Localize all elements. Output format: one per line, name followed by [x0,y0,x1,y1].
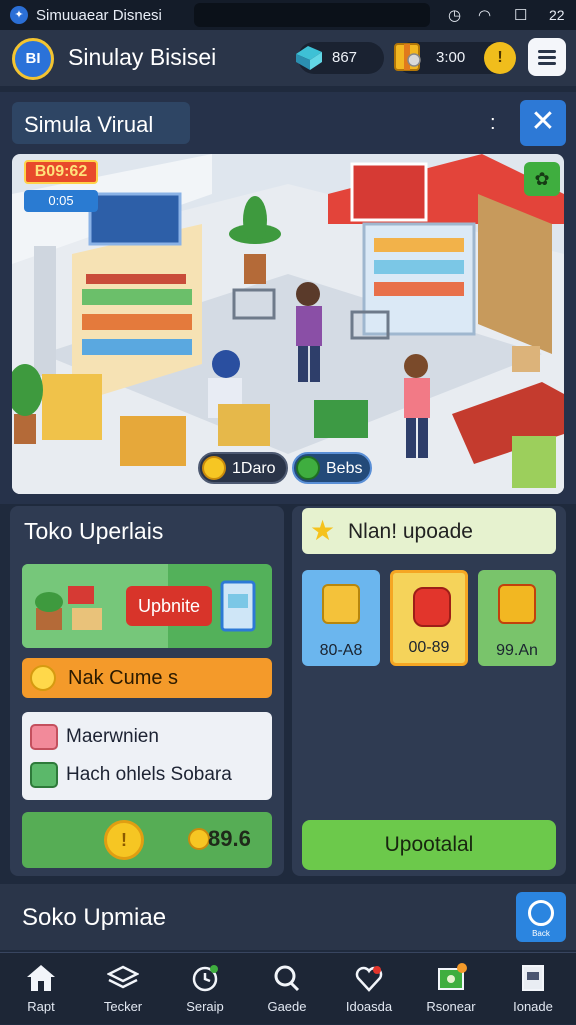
clock-icon [192,965,218,992]
green-gem-icon [296,456,320,480]
star-icon: ★ [310,515,336,546]
item-list: Maerwnien Hach ohlels Sobara [22,712,272,800]
upgrade-header: ★ Nlan! upoade [302,508,556,554]
heart-icon [355,966,383,992]
gem-stat-value: Bebs [326,460,363,477]
square-icon: ☐ [514,7,528,24]
hamburger-menu-button[interactable] [528,38,566,76]
nav-label: Tecker [103,999,143,1014]
balance-bar[interactable]: ! 89.6 [22,812,272,868]
gem-stack-icon [296,46,322,70]
add-coins-button[interactable]: ! [484,42,516,74]
potted-plant-icon [35,586,102,630]
app-icon: ✦ [10,6,28,24]
coin-icon [202,456,226,480]
mystery-box-icon [394,43,421,71]
coin-button[interactable]: ! [104,820,144,860]
next-upgrade-card: ★ Nlan! upoade 80-A8 00-89 99.An Upootal… [292,506,566,876]
balance-value: 89.6 [208,826,251,851]
shelf-box-icon [322,584,360,624]
app-logo[interactable]: BI [12,38,54,80]
list-item-label: Hach ohlels Sobara [66,764,232,785]
refresh-icon [528,900,554,926]
nav-item-tecker[interactable]: Tecker [82,953,164,1025]
coin-stat-value: 1Daro [232,460,276,477]
nav-label: Ionade [513,999,553,1014]
shopping-bag-icon [30,762,58,788]
store-upgrades-card: Toko Uperlais Upbnite Nak Cume s Maerwni… [10,506,284,876]
upgrade-tile-label: 99.An [496,642,538,659]
menu-line [538,50,556,53]
upgrade-tile-label: 80-A8 [319,642,363,659]
product-box-icon [220,580,256,632]
storage-bin-icon [498,584,536,624]
cash-icon [438,963,467,990]
pet-button[interactable]: ✿ [524,162,560,196]
gem-count: 867 [332,49,358,66]
upgrade-tile[interactable]: 80-A8 [302,570,380,666]
upgrade-header-title: Nlan! upoade [348,520,473,543]
upgrade-tile-label: 00-89 [408,639,450,656]
app-title: Sinulay Bisisei [68,44,217,70]
nav-item-gaede[interactable]: Gaede [246,953,328,1025]
simulation-title-box: Simula Virual [12,102,190,144]
promo-bar[interactable]: Nak Cume s [22,658,272,698]
camera-notch [194,3,430,27]
document-icon [522,965,544,991]
timer-counter[interactable]: 3:00 ! [394,42,516,74]
nav-item-home[interactable]: Rapt [0,953,82,1025]
section-footer: Soko Upmiae Back [0,884,576,950]
nav-label: Idoasda [345,999,393,1014]
alarm-icon: ◷ [448,7,462,24]
list-item-label: Maerwnien [66,726,159,747]
nav-item-idoasda[interactable]: Idoasda [328,953,410,1025]
coin-stat: 1Daro [198,452,288,484]
upload-button[interactable]: Upootalal [302,820,556,870]
gift-box-icon [30,724,58,750]
nav-label: Rapt [27,999,55,1014]
status-app-title: Simuuaear Disnesi [36,7,162,24]
nav-label: Rsonear [426,999,476,1014]
nav-item-ionade[interactable]: Ionade [492,953,574,1025]
nav-label: Gaede [267,999,307,1014]
upgrade-button[interactable]: Upbnite [126,586,212,626]
upgrade-tile-selected[interactable]: 00-89 [390,570,468,666]
more-options-button[interactable]: : [490,112,496,135]
coin-icon [30,665,56,691]
timer-value: 3:00 [436,49,466,66]
section-footer-title: Soko Upmiae [22,904,167,931]
simulation-title: Simula Virual [24,112,154,137]
sales-badge: B09:62 [24,160,98,184]
back-button-label: Back [532,929,550,938]
nav-item-seraip[interactable]: Seraip [164,953,246,1025]
bottom-navigation: Rapt Tecker Seraip Gaede Idoasda Rsonear… [0,952,576,1024]
simulation-panel: Simula Virual : ✕ B09:62 0:05 ✿ 1Daro Be… [0,92,576,504]
menu-line [538,56,556,59]
gem-stat: Bebs [292,452,372,484]
timer-badge: 0:05 [24,190,98,212]
search-icon [274,965,300,992]
status-bar: ✦ Simuuaear Disnesi ◷ ◠ ☐ 22 [0,0,576,30]
menu-line [538,62,556,65]
layers-icon [107,965,139,989]
small-coin-icon [188,828,210,850]
upgrade-item-card[interactable]: Upbnite [22,564,272,648]
cash-register-icon [413,587,451,627]
app-header: BI Sinulay Bisisei 867 3:00 ! [0,30,576,86]
nav-item-rsonear[interactable]: Rsonear [410,953,492,1025]
gem-counter[interactable]: 867 [296,42,384,74]
upgrade-tile[interactable]: 99.An [478,570,556,666]
paw-icon: ✿ [534,169,550,189]
nav-label: Seraip [186,999,224,1014]
status-time: 22 [549,7,565,23]
store-title: Toko Uperlais [24,518,164,544]
close-button[interactable]: ✕ [520,100,566,146]
back-button[interactable]: Back [516,892,566,942]
home-icon [27,965,55,991]
promo-label: Nak Cume s [68,667,179,689]
wifi-icon: ◠ [478,7,492,24]
